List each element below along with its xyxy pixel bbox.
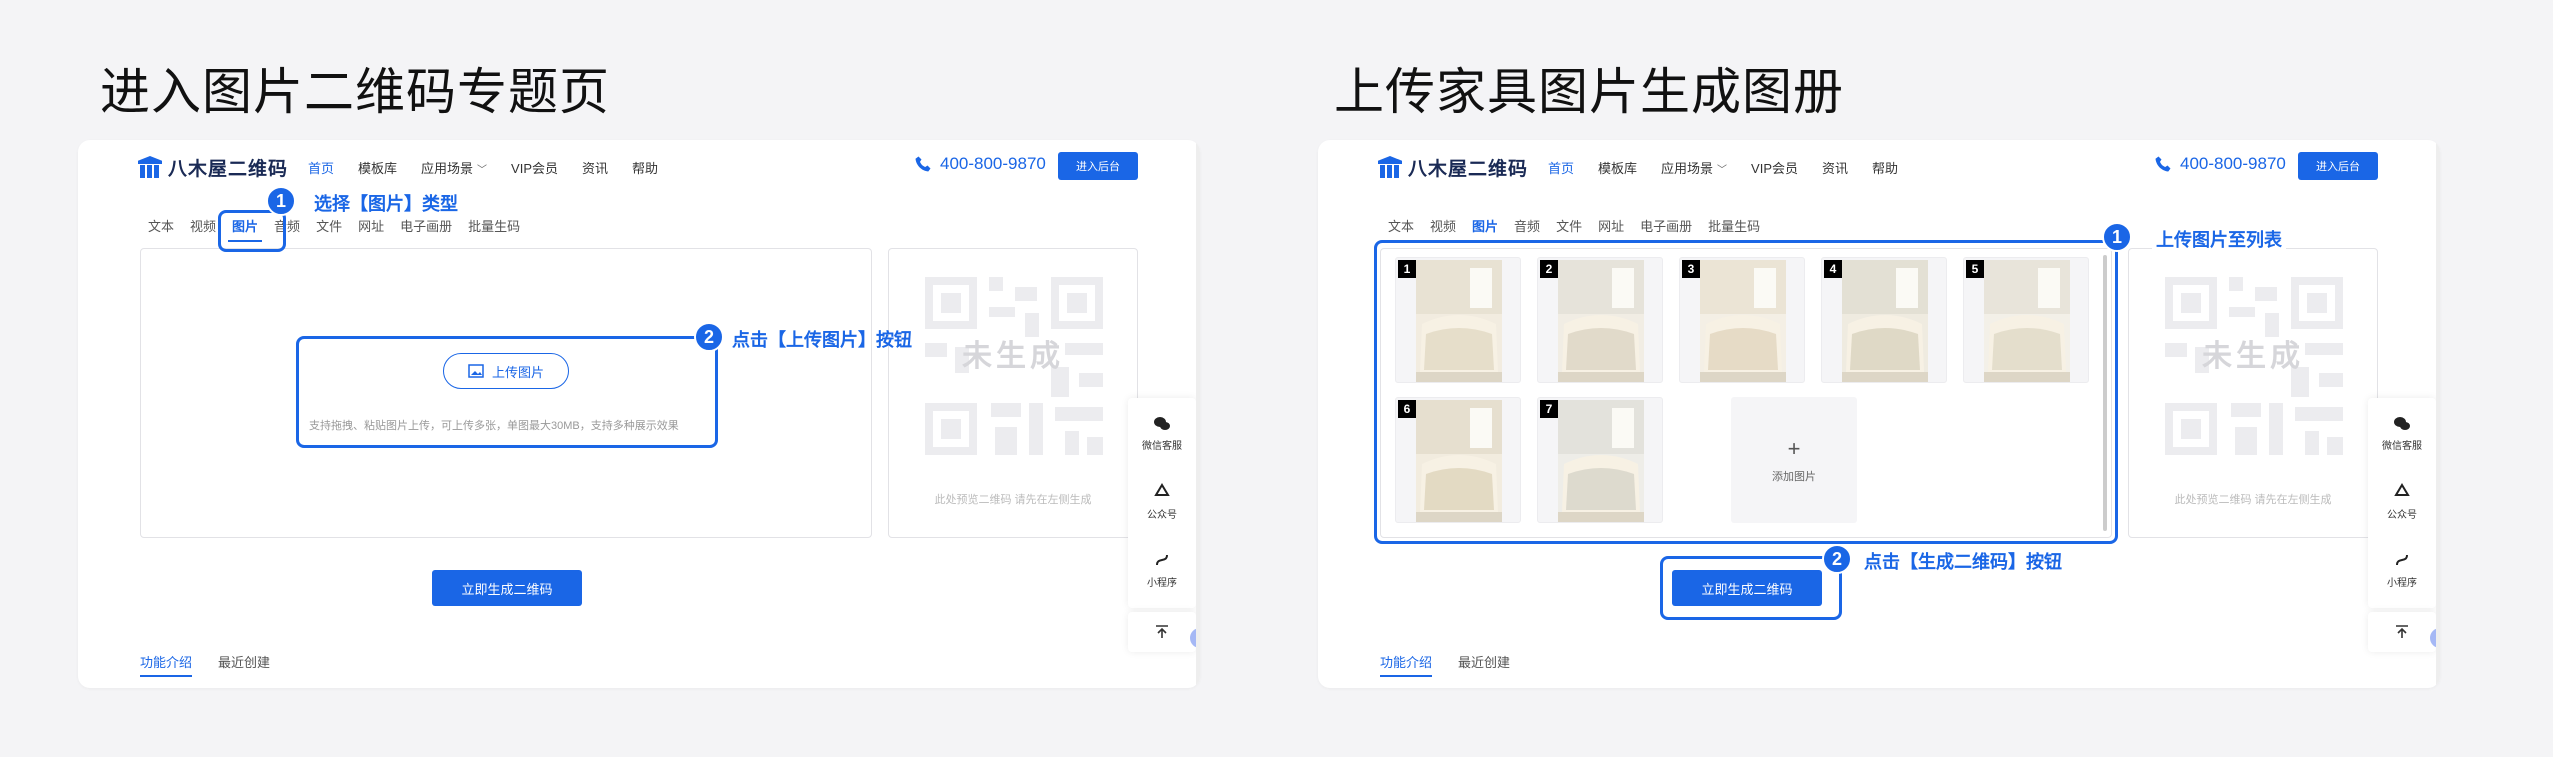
type-tabs: 文本 视频 图片 音频 文件 网址 电子画册 批量生码 xyxy=(1388,216,1760,242)
tab-ebook[interactable]: 电子画册 xyxy=(400,216,452,235)
tab-features[interactable]: 功能介绍 xyxy=(140,652,193,677)
phone-number: 400-800-9870 xyxy=(2154,154,2286,174)
enter-dashboard-button[interactable]: 进入后台 xyxy=(1058,152,1138,180)
nav-vip[interactable]: VIP会员 xyxy=(1751,158,1798,177)
qr-status-label: 未生成 xyxy=(2202,339,2304,374)
mini-program-icon xyxy=(2396,554,2408,566)
nav-news[interactable]: 资讯 xyxy=(582,158,608,177)
nav-vip[interactable]: VIP会员 xyxy=(511,158,558,177)
side-mini-program[interactable]: 小程序 xyxy=(1128,538,1196,602)
site-header: 八木屋二维码 首页 模板库 应用场景 ﹀ VIP会员 资讯 帮助 400-800-… xyxy=(78,140,1200,192)
nav-home[interactable]: 首页 xyxy=(308,158,334,177)
site-header: 八木屋二维码 首页 模板库 应用场景 ﹀ VIP会员 资讯 帮助 400-800-… xyxy=(1318,140,2440,192)
callout2-highlight xyxy=(296,336,718,448)
qr-hint: 此处预览二维码 请先在左侧生成 xyxy=(2174,494,2332,506)
step1-screenshot: 八木屋二维码 首页 模板库 应用场景 ﹀ VIP会员 资讯 帮助 400-800-… xyxy=(78,140,1200,688)
logo[interactable]: 八木屋二维码 xyxy=(1378,154,1528,180)
official-account-icon xyxy=(2394,483,2410,496)
callout2-text: 点击【生成二维码】按钮 xyxy=(1864,552,2062,573)
logo-icon xyxy=(138,156,162,178)
callout1-badge: 1 xyxy=(2102,222,2132,252)
callout1-text: 选择【图片】类型 xyxy=(314,194,458,215)
side-official-account[interactable]: 公众号 xyxy=(1128,470,1196,534)
back-to-top-button[interactable] xyxy=(1128,612,1196,652)
nav-home[interactable]: 首页 xyxy=(1548,158,1574,177)
enter-dashboard-button[interactable]: 进入后台 xyxy=(2298,152,2378,180)
logo-text: 八木屋二维码 xyxy=(1408,157,1529,180)
callout2-badge: 2 xyxy=(1822,544,1852,574)
wechat-icon xyxy=(1154,417,1170,430)
official-account-icon xyxy=(1154,483,1170,496)
mini-program-icon xyxy=(1156,554,1168,566)
back-to-top-button[interactable] xyxy=(2368,612,2436,652)
wechat-icon xyxy=(2394,417,2410,430)
side-float-bar: 微信客服 公众号 小程序 xyxy=(1128,398,1196,608)
arrow-up-icon xyxy=(1156,625,1168,638)
tab-batch[interactable]: 批量生码 xyxy=(1708,216,1760,235)
nav-templates[interactable]: 模板库 xyxy=(1598,158,1637,177)
side-official-account[interactable]: 公众号 xyxy=(2368,470,2436,534)
tab-batch[interactable]: 批量生码 xyxy=(468,216,520,235)
logo-icon xyxy=(1378,156,1402,178)
nav-scenarios[interactable]: 应用场景 ﹀ xyxy=(1661,158,1727,177)
chevron-down-icon: ﹀ xyxy=(1717,165,1728,176)
chevron-down-icon: ﹀ xyxy=(477,165,488,176)
qr-preview: 未生成 此处预览二维码 请先在左侧生成 xyxy=(2128,248,2378,538)
nav-scenarios[interactable]: 应用场景 ﹀ xyxy=(421,158,487,177)
nav-news[interactable]: 资讯 xyxy=(1822,158,1848,177)
bottom-tabs: 功能介绍 最近创建 xyxy=(1380,652,1510,677)
tab-text[interactable]: 文本 xyxy=(1388,216,1414,235)
logo[interactable]: 八木屋二维码 xyxy=(138,154,288,180)
step2-title: 上传家具图片生成图册 xyxy=(1334,63,1844,121)
nav-templates[interactable]: 模板库 xyxy=(358,158,397,177)
logo-text: 八木屋二维码 xyxy=(168,157,289,180)
tab-video[interactable]: 视频 xyxy=(1430,216,1456,235)
callout1-highlight xyxy=(1374,240,2118,544)
qr-preview: 未生成 此处预览二维码 请先在左侧生成 xyxy=(888,248,1138,538)
phone-icon xyxy=(915,156,931,172)
qr-hint: 此处预览二维码 请先在左侧生成 xyxy=(934,494,1092,506)
arrow-up-icon xyxy=(2396,625,2408,638)
type-tabs: 文本 视频 图片 音频 文件 网址 电子画册 批量生码 xyxy=(148,216,520,242)
phone-icon xyxy=(2155,156,2171,172)
qr-status-label: 未生成 xyxy=(962,339,1064,374)
side-wechat-service[interactable]: 微信客服 xyxy=(1128,402,1196,466)
callout2-highlight xyxy=(1660,556,1842,620)
tab-video[interactable]: 视频 xyxy=(190,216,216,235)
tab-ebook[interactable]: 电子画册 xyxy=(1640,216,1692,235)
nav-help[interactable]: 帮助 xyxy=(632,158,658,177)
generate-qr-button[interactable]: 立即生成二维码 xyxy=(432,570,582,606)
bottom-tabs: 功能介绍 最近创建 xyxy=(140,652,270,677)
tab-audio[interactable]: 音频 xyxy=(1514,216,1540,235)
tab-file[interactable]: 文件 xyxy=(316,216,342,235)
tab-recent[interactable]: 最近创建 xyxy=(1458,652,1510,671)
callout2-text: 点击【上传图片】按钮 xyxy=(732,330,912,351)
phone-number: 400-800-9870 xyxy=(914,154,1046,174)
callout2-badge: 2 xyxy=(694,322,724,352)
step2-screenshot: 八木屋二维码 首页 模板库 应用场景 ﹀ VIP会员 资讯 帮助 400-800-… xyxy=(1318,140,2440,688)
main-nav: 首页 模板库 应用场景 ﹀ VIP会员 资讯 帮助 xyxy=(1548,158,1898,177)
side-mini-program[interactable]: 小程序 xyxy=(2368,538,2436,602)
callout1-highlight xyxy=(218,210,286,252)
side-float-bar: 微信客服 公众号 小程序 xyxy=(2368,398,2436,608)
callout1-text: 上传图片至列表 xyxy=(2152,226,2286,252)
tab-url[interactable]: 网址 xyxy=(1598,216,1624,235)
nav-help[interactable]: 帮助 xyxy=(1872,158,1898,177)
tab-text[interactable]: 文本 xyxy=(148,216,174,235)
step1-title: 进入图片二维码专题页 xyxy=(100,63,610,121)
main-nav: 首页 模板库 应用场景 ﹀ VIP会员 资讯 帮助 xyxy=(308,158,658,177)
tab-features[interactable]: 功能介绍 xyxy=(1380,652,1433,677)
side-wechat-service[interactable]: 微信客服 xyxy=(2368,402,2436,466)
tutorial-page: 进入图片二维码专题页 八木屋二维码 首页 模板库 应用场景 ﹀ VIP会员 资讯 … xyxy=(0,0,2553,757)
callout1-badge: 1 xyxy=(266,186,296,216)
tab-url[interactable]: 网址 xyxy=(358,216,384,235)
tab-file[interactable]: 文件 xyxy=(1556,216,1582,235)
tab-image[interactable]: 图片 xyxy=(1468,216,1503,242)
tab-recent[interactable]: 最近创建 xyxy=(218,652,270,671)
